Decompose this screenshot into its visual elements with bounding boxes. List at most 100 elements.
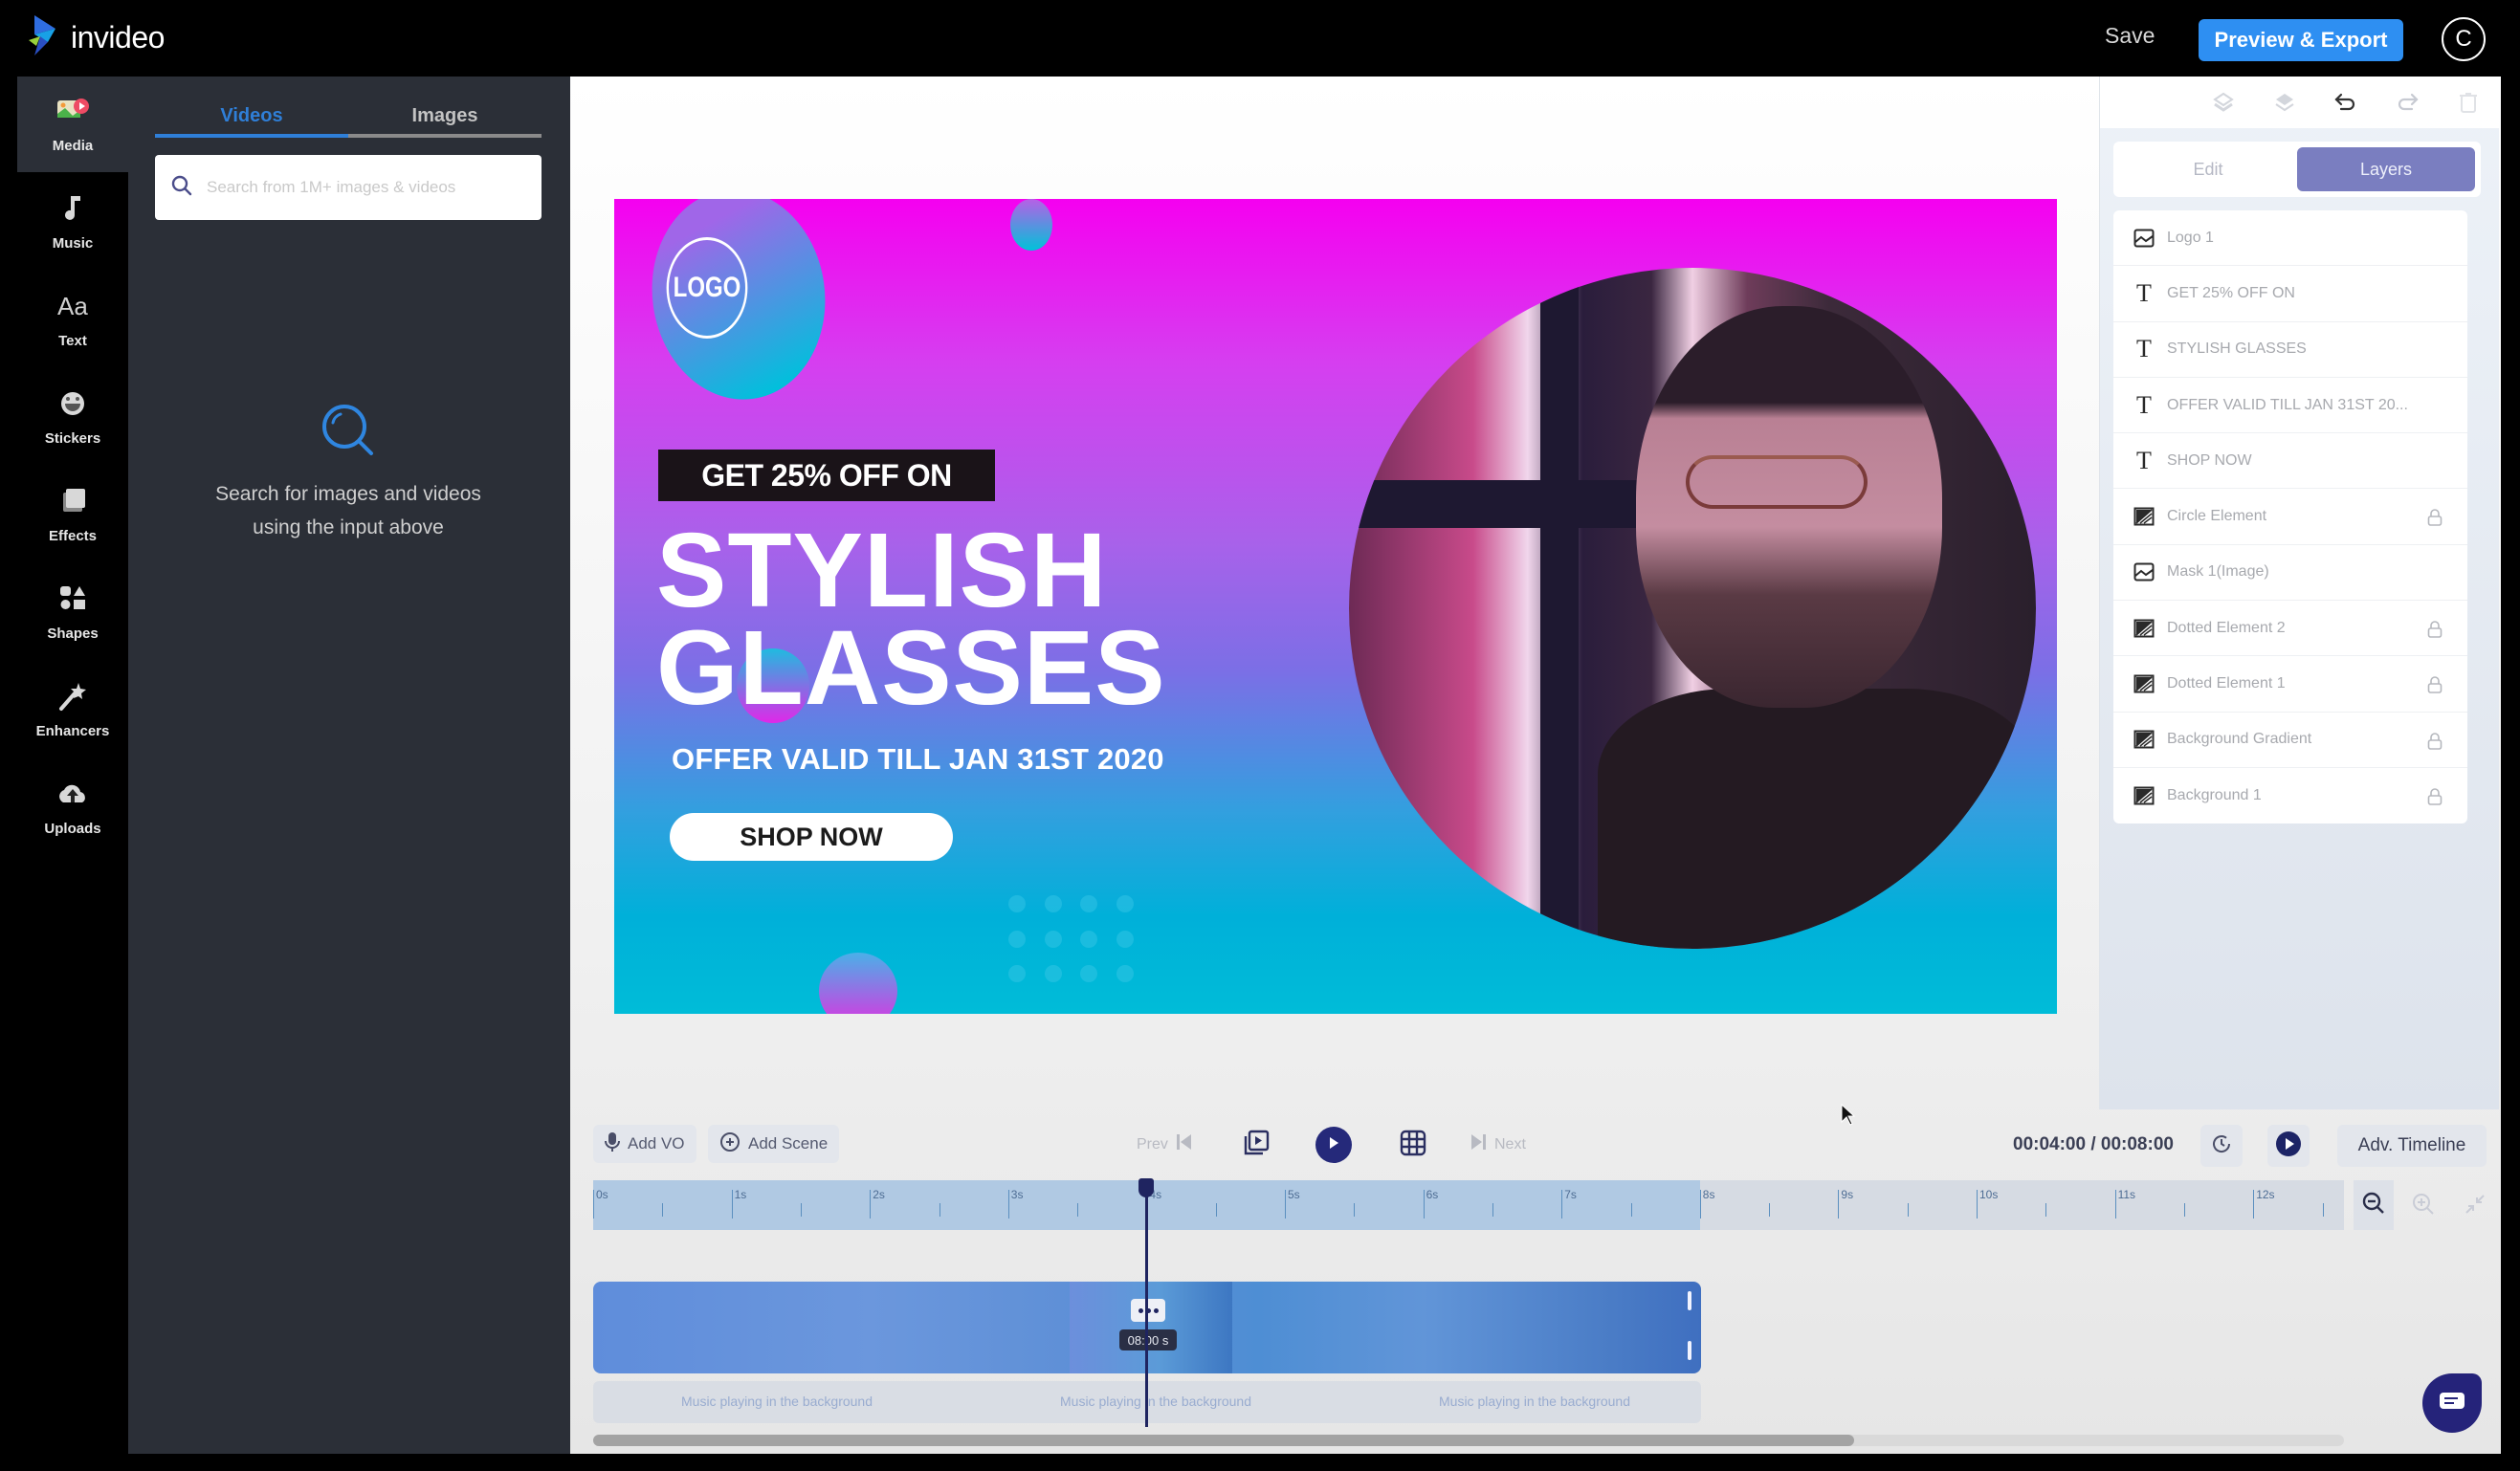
canvas-logo[interactable]: LOGO bbox=[666, 237, 748, 339]
sidebar-item-media[interactable]: Media bbox=[17, 77, 128, 172]
media-search-input[interactable] bbox=[207, 178, 532, 197]
scene-preview-button[interactable] bbox=[1240, 1129, 1272, 1161]
next-scene-button[interactable]: Next bbox=[1470, 1132, 1526, 1156]
layer-item[interactable]: Logo 1 bbox=[2113, 210, 2467, 267]
grid-view-button[interactable] bbox=[1397, 1129, 1429, 1161]
chat-support-button[interactable] bbox=[2422, 1373, 2482, 1433]
tab-layers[interactable]: Layers bbox=[2297, 147, 2475, 191]
timeline-scrollbar[interactable] bbox=[593, 1435, 2344, 1446]
layer-item[interactable]: Background Gradient bbox=[2113, 713, 2467, 768]
save-button[interactable]: Save bbox=[2105, 23, 2155, 49]
tab-videos[interactable]: Videos bbox=[155, 94, 348, 138]
layer-item[interactable]: Dotted Element 1 bbox=[2113, 656, 2467, 713]
tab-images[interactable]: Images bbox=[348, 94, 542, 138]
sidebar-item-text[interactable]: Aa Text bbox=[17, 272, 128, 367]
lock-icon[interactable] bbox=[2425, 732, 2444, 751]
sidebar-item-uploads[interactable]: Uploads bbox=[17, 759, 128, 855]
sidebar-item-music[interactable]: Music bbox=[17, 174, 128, 270]
mask-image-photo[interactable] bbox=[1349, 268, 2036, 949]
sidebar-item-shapes[interactable]: Shapes bbox=[17, 564, 128, 660]
ruler-tick-label: 10s bbox=[1979, 1188, 1999, 1201]
ruler-tick bbox=[2114, 1190, 2116, 1219]
adv-timeline-button[interactable]: Adv. Timeline bbox=[2337, 1125, 2487, 1167]
canvas-promo-tag[interactable]: GET 25% OFF ON bbox=[658, 450, 995, 501]
ruler-tick bbox=[1285, 1190, 1286, 1219]
design-canvas[interactable]: LOGO GET 25% OFF ON STYLISH GLASSES OFFE… bbox=[614, 199, 2057, 1014]
sidebar-item-stickers[interactable]: Stickers bbox=[17, 369, 128, 465]
layer-item[interactable]: Mask 1(Image) bbox=[2113, 545, 2467, 602]
layer-item[interactable]: Circle Element bbox=[2113, 489, 2467, 545]
invideo-logo-icon bbox=[29, 15, 61, 60]
lock-icon[interactable] bbox=[2425, 508, 2444, 527]
timeline-ruler[interactable]: 0s 1s 2s 3s 4s 5s 6s 7s 8s 9s 10s 11s 12s bbox=[593, 1180, 2344, 1230]
ruler-tick-label: 0s bbox=[596, 1188, 608, 1201]
ruler-tick-label: 12s bbox=[2256, 1188, 2275, 1201]
layer-item[interactable]: T GET 25% OFF ON bbox=[2113, 266, 2467, 322]
play-full-button[interactable] bbox=[2267, 1125, 2310, 1167]
lock-icon[interactable] bbox=[2425, 675, 2444, 694]
music-note-icon bbox=[55, 192, 90, 230]
lock-icon[interactable] bbox=[2425, 787, 2444, 806]
clip-resize-handle[interactable] bbox=[1688, 1341, 1691, 1360]
zoom-out-icon bbox=[2361, 1191, 2386, 1220]
canvas-headline[interactable]: STYLISH GLASSES bbox=[656, 512, 1166, 721]
smiley-sticker-icon bbox=[55, 387, 90, 425]
duration-button[interactable] bbox=[2200, 1125, 2243, 1167]
bring-forward-icon[interactable] bbox=[2272, 90, 2297, 115]
layers-panel: Edit Layers Logo 1 T GET 25% OFF ON T STYLIS… bbox=[2099, 77, 2500, 1109]
sidebar-item-label: Shapes bbox=[47, 626, 99, 642]
playhead[interactable] bbox=[1145, 1182, 1149, 1427]
search-large-icon bbox=[320, 405, 377, 463]
image-layer-icon bbox=[2133, 560, 2155, 583]
ruler-half-tick bbox=[800, 1203, 802, 1217]
send-backward-icon[interactable] bbox=[2211, 90, 2236, 115]
layer-item[interactable]: T STYLISH GLASSES bbox=[2113, 322, 2467, 378]
headline-line1: STYLISH bbox=[656, 512, 1108, 629]
collapse-button[interactable] bbox=[2461, 1190, 2489, 1222]
preview-export-button[interactable]: Preview & Export bbox=[2199, 19, 2403, 61]
layer-item[interactable]: Background 1 bbox=[2113, 768, 2467, 823]
sidebar-item-enhancers[interactable]: Enhancers bbox=[17, 662, 128, 757]
ruler-tick bbox=[1977, 1190, 1978, 1219]
sidebar: Media Music Aa Text Stickers Effects Sha… bbox=[17, 77, 128, 1454]
layer-item[interactable]: T SHOP NOW bbox=[2113, 433, 2467, 490]
ruler-tick bbox=[870, 1190, 872, 1219]
zoom-out-button[interactable] bbox=[2354, 1180, 2394, 1230]
ruler-tick-label: 3s bbox=[1010, 1188, 1024, 1201]
text-layer-icon: T bbox=[2136, 390, 2152, 419]
play-button[interactable] bbox=[1315, 1127, 1352, 1163]
media-icon bbox=[55, 95, 90, 132]
timeline-scrollbar-thumb[interactable] bbox=[593, 1435, 1854, 1446]
user-avatar[interactable]: C bbox=[2442, 17, 2486, 61]
brand-logo[interactable]: invideo bbox=[29, 15, 165, 60]
zoom-in-button[interactable] bbox=[2407, 1190, 2440, 1222]
play-circle-icon bbox=[2275, 1131, 2302, 1162]
layer-name: Background 1 bbox=[2167, 787, 2262, 804]
tab-edit[interactable]: Edit bbox=[2119, 147, 2297, 191]
layer-name: STYLISH GLASSES bbox=[2167, 340, 2307, 358]
sidebar-item-effects[interactable]: Effects bbox=[17, 467, 128, 562]
playhead-handle[interactable] bbox=[1138, 1178, 1155, 1197]
delete-icon[interactable] bbox=[2456, 90, 2481, 115]
ruler-tick bbox=[1561, 1190, 1563, 1219]
play-icon bbox=[1327, 1135, 1340, 1155]
scene-thumbnail bbox=[1070, 1282, 1232, 1373]
total-time: 00:08:00 bbox=[2100, 1134, 2174, 1154]
clip-resize-handle[interactable] bbox=[1688, 1291, 1691, 1310]
add-vo-button[interactable]: Add VO bbox=[593, 1125, 696, 1163]
canvas-shop-now[interactable]: SHOP NOW bbox=[670, 813, 953, 861]
prev-scene-button[interactable]: Prev bbox=[1137, 1132, 1193, 1156]
lock-icon[interactable] bbox=[2425, 620, 2444, 639]
layer-item[interactable]: T OFFER VALID TILL JAN 31ST 20... bbox=[2113, 378, 2467, 434]
add-scene-button[interactable]: Add Scene bbox=[708, 1125, 840, 1163]
music-label: Music playing in the background bbox=[1060, 1394, 1252, 1409]
layer-item[interactable]: Dotted Element 2 bbox=[2113, 601, 2467, 657]
sidebar-item-label: Stickers bbox=[44, 430, 101, 447]
ruler-tick-label: 7s bbox=[1564, 1188, 1577, 1201]
canvas-offer-text[interactable]: OFFER VALID TILL JAN 31ST 2020 bbox=[672, 742, 1164, 777]
shape-layer-icon bbox=[2133, 672, 2155, 695]
shape-layer-icon bbox=[2133, 617, 2155, 640]
layer-name: Mask 1(Image) bbox=[2167, 563, 2269, 581]
undo-icon[interactable] bbox=[2333, 90, 2358, 115]
redo-icon[interactable] bbox=[2395, 90, 2420, 115]
